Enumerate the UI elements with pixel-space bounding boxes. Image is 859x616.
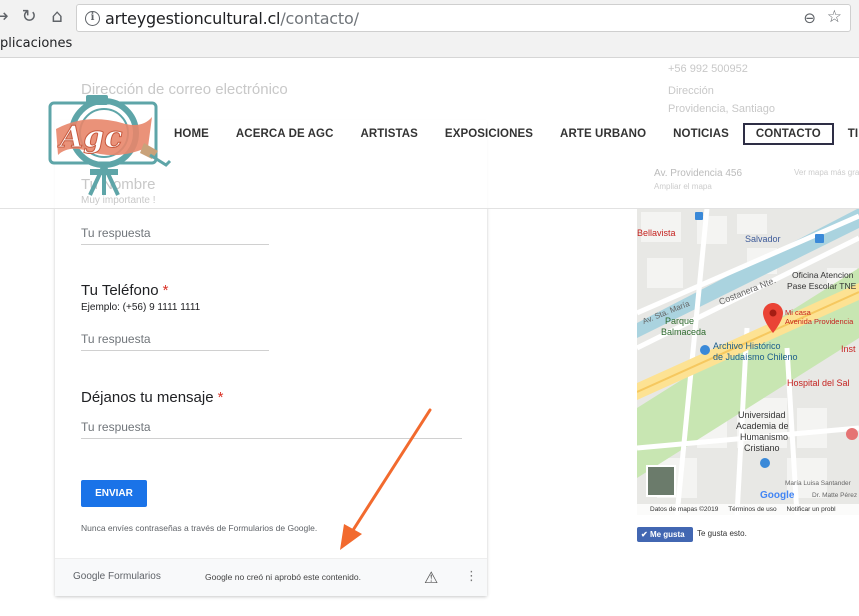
map-label-mi-casa: Mi casa (785, 308, 811, 317)
nav-exposiciones[interactable]: EXPOSICIONES (445, 128, 533, 140)
map-label-maria-luisa: María Luisa Santander (785, 480, 851, 487)
nav-noticias[interactable]: NOTICIAS (673, 128, 729, 140)
map-terms-link[interactable]: Términos de uso (728, 506, 776, 513)
ghost-map-sub: Ampliar el mapa (654, 182, 712, 191)
map-label-judaismo: de Judaísmo Chileno (713, 352, 798, 362)
bookmarks-apps-link[interactable]: plicaciones (0, 36, 72, 51)
map-label-pase: Pase Escolar TNE (787, 281, 857, 291)
ghost-map-link: Ver mapa más grande (794, 168, 859, 177)
main-navigation: HOME ACERCA DE AGC ARTISTAS EXPOSICIONES… (174, 123, 859, 145)
message-answer-field[interactable]: Tu respuesta (81, 420, 462, 439)
like-check-icon: ✔ (641, 530, 650, 539)
address-bar[interactable]: i arteygestioncultural.cl/contacto/ ⊖ ☆ (76, 4, 851, 32)
phone-answer-field[interactable]: Tu respuesta (81, 332, 269, 351)
url-text[interactable]: arteygestioncultural.cl/contacto/ (105, 9, 359, 28)
map-data-credit: Datos de mapas ©2019 (650, 506, 719, 513)
browser-chrome: → ↻ ⌂ i arteygestioncultural.cl/contacto… (0, 0, 859, 58)
zoom-icon[interactable]: ⊖ (803, 9, 816, 27)
password-warning-note: Nunca envíes contraseñas a través de For… (81, 523, 318, 533)
info-icon[interactable]: i (85, 11, 100, 26)
nav-tienda[interactable]: TIEND (848, 128, 859, 140)
reload-icon[interactable]: ↻ (18, 6, 40, 28)
map-label-humanismo: Humanismo (740, 432, 789, 442)
url-path: /contacto/ (280, 9, 359, 28)
nav-arte-urbano[interactable]: ARTE URBANO (560, 128, 646, 140)
required-mark: * (162, 282, 169, 299)
map-label-universidad: Universidad (738, 410, 786, 420)
name-answer-field[interactable]: Tu respuesta (81, 226, 269, 245)
map-label-inst: Inst (841, 344, 856, 354)
google-map[interactable]: Bellavista Salvador Oficina Atencion Pas… (637, 208, 859, 515)
phone-question-title: Tu Teléfono * (81, 282, 168, 299)
map-label-parque: Parque (665, 316, 695, 326)
facebook-like-button[interactable]: ✔ Me gusta (637, 527, 693, 542)
footer-disclaimer: Google no creó ni aprobó este contenido. (205, 572, 361, 582)
more-vert-icon[interactable]: ⋮ (465, 569, 478, 584)
like-label: Me gusta (649, 530, 685, 539)
map-label-matte: Dr. Matte Pérez (812, 492, 858, 499)
map-label-academia: Academia de (736, 421, 789, 431)
bookmark-star-icon[interactable]: ☆ (827, 7, 842, 27)
map-attribution: Datos de mapas ©2019 Términos de uso Not… (637, 504, 859, 515)
map-label-oficina: Oficina Atencion (792, 270, 854, 280)
ghost-phone: +56 992 500952 (668, 63, 748, 75)
home-icon[interactable]: ⌂ (46, 6, 68, 28)
map-label-bellavista: Bellavista (637, 228, 676, 238)
logo-text: Agc (57, 120, 123, 155)
ghost-direccion: Dirección (668, 85, 714, 97)
report-warning-icon[interactable]: ⚠ (424, 568, 438, 587)
submit-button[interactable]: ENVIAR (81, 480, 147, 507)
site-header: Dirección de correo electrónico Tu Nombr… (0, 59, 859, 209)
map-label-balmaceda: Balmaceda (661, 327, 707, 337)
nav-contacto[interactable]: CONTACTO (742, 123, 834, 145)
map-label-cristiano: Cristiano (744, 443, 780, 453)
map-label-av-providencia: Avenida Providencia (785, 317, 854, 326)
map-report-link[interactable]: Notificar un probl (786, 506, 835, 513)
required-mark: * (217, 389, 224, 406)
map-label-salvador: Salvador (745, 234, 781, 244)
forward-icon[interactable]: → (0, 6, 12, 28)
nav-artistas[interactable]: ARTISTAS (360, 128, 417, 140)
ghost-location: Providencia, Santiago (668, 103, 776, 115)
message-question-title: Déjanos tu mensaje * (81, 389, 223, 406)
form-footer: Google Formularios Google no creó ni apr… (55, 558, 487, 596)
message-label: Déjanos tu mensaje (81, 389, 214, 406)
page-root: → ↻ ⌂ i arteygestioncultural.cl/contacto… (0, 0, 859, 616)
google-logo: Google (760, 490, 795, 501)
nav-home[interactable]: HOME (174, 128, 209, 140)
map-label-hospital: Hospital del Sal (787, 378, 850, 388)
ghost-map-address: Av. Providencia 456 (654, 168, 743, 179)
phone-label: Tu Teléfono (81, 282, 159, 299)
map-label-archivo: Archivo Histórico (713, 341, 781, 351)
ghost-map-card: Av. Providencia 456 Ampliar el mapa Ver … (644, 160, 859, 196)
agc-logo[interactable]: Agc (46, 89, 176, 197)
url-domain: arteygestioncultural.cl (105, 9, 281, 28)
google-forms-brand[interactable]: Google Formularios (73, 571, 161, 582)
nav-acerca[interactable]: ACERCA DE AGC (236, 128, 334, 140)
phone-help-text: Ejemplo: (+56) 9 1111 1111 (81, 302, 201, 313)
facebook-like-text: Te gusta esto. (697, 529, 747, 538)
